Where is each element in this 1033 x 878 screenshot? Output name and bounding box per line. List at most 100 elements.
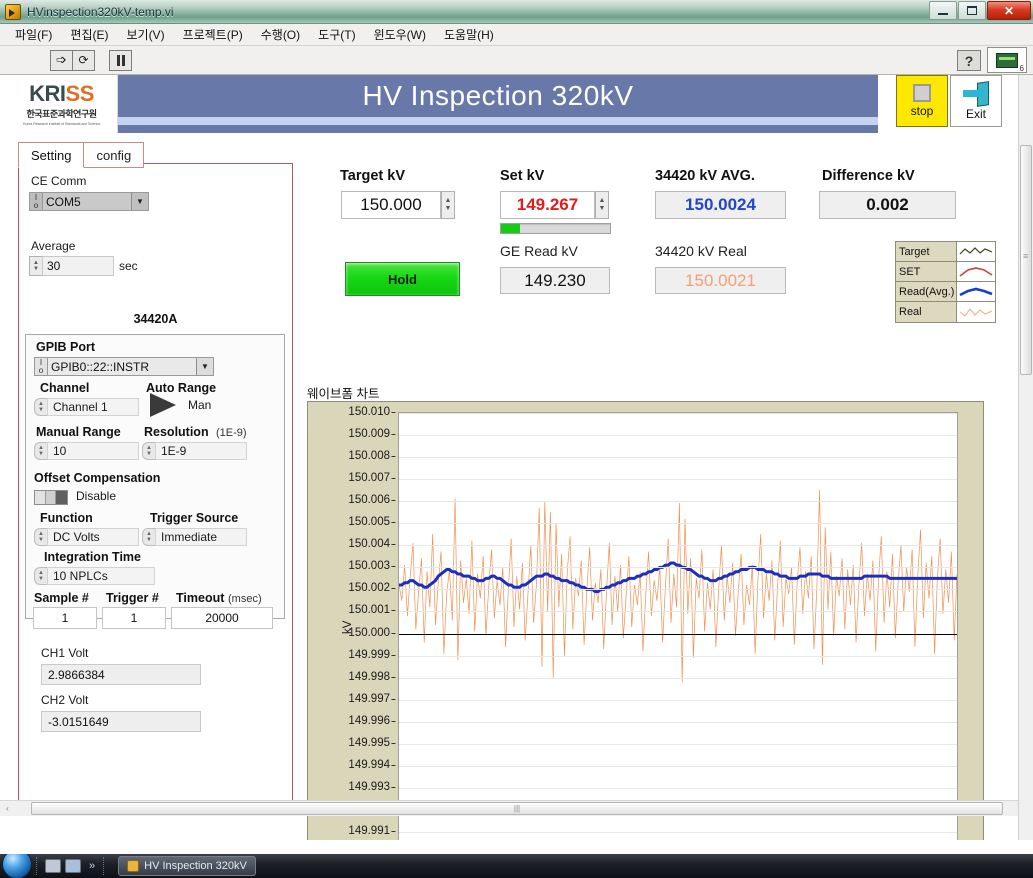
hold-button[interactable]: Hold [345,262,460,296]
toolbar-run-group: ➩ ⟳ [50,49,132,71]
horizontal-scrollbar[interactable]: ‹ ||| [0,800,1018,816]
offset-compensation-switch[interactable] [34,490,68,505]
tab-config[interactable]: config [83,142,145,168]
chart-reference-line [399,633,957,635]
ge-read-kv-label: GE Read kV [500,243,578,259]
chart-gridline [399,655,957,657]
taskbar-task-label: HV Inspection 320kV [144,860,247,872]
chart-series-real [398,489,958,683]
chart-gridline [399,589,957,591]
target-kv-stepper[interactable]: ▲ ▼ [441,191,455,219]
resolution-enum-arrows[interactable]: ▲ ▼ [142,442,155,460]
start-button[interactable] [2,854,32,878]
legend-row-real[interactable]: Real [896,302,995,322]
target-kv-value[interactable]: 150.000 [341,191,441,219]
set-kv-stepper[interactable]: ▲ ▼ [595,191,609,219]
close-button[interactable]: ✕ [987,1,1031,20]
vi-connector-icon[interactable]: 6 [987,47,1027,73]
set-kv-value[interactable]: 149.267 [500,191,595,219]
maximize-button[interactable] [958,1,986,20]
function-enum-arrows[interactable]: ▲ ▼ [34,528,47,546]
average-label: Average [31,239,76,253]
chart-y-tick: 150.008 [348,450,395,463]
legend-label-set: SET [896,262,957,281]
channel-enum-arrows[interactable]: ▲ ▼ [34,398,47,416]
chevron-down-icon[interactable]: ▼ [196,358,213,375]
menu-item-window[interactable]: 윈도우(W) [365,24,435,45]
target-kv-control[interactable]: 150.000 ▲ ▼ [341,191,455,219]
offset-compensation-value: Disable [76,489,117,503]
chevron-down-icon[interactable]: ▼ [131,193,148,210]
chart-y-tick: 149.997 [348,692,395,705]
vertical-scrollbar[interactable] [1018,75,1033,840]
function-enum[interactable]: ▲ ▼ DC Volts [34,528,139,546]
run-continuously-button[interactable]: ⟳ [72,49,95,71]
integration-time-enum[interactable]: ▲ ▼ 10 NPLCs [34,567,155,585]
menu-item-project[interactable]: 프로젝트(P) [174,24,252,45]
quick-launch-icon-1[interactable] [45,859,61,873]
chart-y-tick: 150.009 [348,428,395,441]
vertical-scroll-thumb[interactable] [1020,145,1032,375]
ce-comm-select[interactable]: Io COM5 ▼ [29,192,149,211]
horizontal-scroll-thumb[interactable]: ||| [31,802,1003,815]
average-stepper[interactable]: ▲ ▼ 30 [29,256,114,276]
chart-y-tick: 149.996 [348,714,395,727]
real-kv-value: 150.0021 [655,267,786,294]
resolution-enum[interactable]: ▲ ▼ 1E-9 [142,442,247,460]
chart-plot-area[interactable] [398,412,958,840]
waveform-chart[interactable]: kV 150.010 150.009 150.008 150.007 150.006 15… [307,401,984,840]
taskbar-task-item[interactable]: HV Inspection 320kV [118,856,256,876]
channel-enum[interactable]: ▲ ▼ Channel 1 [34,398,139,416]
chart-y-tick: 150.004 [348,538,395,551]
tab-setting[interactable]: Setting [18,142,85,168]
gpib-port-select[interactable]: Io GPIB0::22::INSTR ▼ [34,357,214,376]
sample-count-input[interactable]: 1 [33,607,97,629]
function-label: Function [40,511,93,525]
manual-range-enum[interactable]: ▲ ▼ 10 [34,442,139,460]
legend-swatch-target [957,242,995,261]
menu-item-help[interactable]: 도움말(H) [435,24,503,45]
menu-item-view[interactable]: 보기(V) [117,24,173,45]
average-spin-arrows[interactable]: ▲ ▼ [29,256,42,276]
chart-y-tick: 150.002 [348,582,395,595]
auto-range-toggle-icon[interactable] [150,393,176,417]
legend-row-target[interactable]: Target [896,242,995,262]
exit-button[interactable]: Exit [950,75,1002,127]
menu-item-edit[interactable]: 편집(E) [61,24,117,45]
manual-range-enum-arrows[interactable]: ▲ ▼ [34,442,47,460]
legend-row-set[interactable]: SET [896,262,995,282]
trigger-count-input[interactable]: 1 [102,607,166,629]
quick-launch-icon-2[interactable] [65,859,81,873]
trigger-source-enum-arrows[interactable]: ▲ ▼ [142,528,155,546]
function-value: DC Volts [47,528,139,546]
windows-taskbar: » HV Inspection 320kV [0,854,1033,878]
chart-gridline [399,457,957,459]
chart-series-svg [398,489,958,683]
set-kv-label: Set kV [500,168,545,184]
menu-item-file[interactable]: 파일(F) [6,24,61,45]
vi-chip-icon [996,52,1018,68]
trigger-source-enum[interactable]: ▲ ▼ Immediate [142,528,247,546]
difference-kv-label: Difference kV [822,168,915,184]
chart-legend[interactable]: Target SET Read(Avg.) Real [895,241,996,323]
timeout-input[interactable]: 20000 [171,607,273,629]
ch2-volt-label: CH2 Volt [41,693,89,707]
minimize-button[interactable] [929,1,957,20]
pause-button[interactable] [109,49,132,71]
stop-button[interactable]: stop [896,75,948,127]
chart-gridline [399,677,957,679]
run-button[interactable]: ➩ [50,49,73,71]
menu-item-tools[interactable]: 도구(T) [309,24,364,45]
chart-gridline [399,787,957,789]
integration-time-enum-arrows[interactable]: ▲ ▼ [34,567,47,585]
menu-item-operate[interactable]: 수행(O) [252,24,309,45]
set-kv-control[interactable]: 149.267 ▲ ▼ [500,191,609,219]
chart-y-tick: 149.994 [348,758,395,771]
legend-row-read-avg[interactable]: Read(Avg.) [896,282,995,302]
chart-gridline [399,545,957,547]
scroll-left-arrow-icon[interactable]: ‹ [0,804,15,813]
chevron-right-icon[interactable]: » [89,860,95,872]
average-value[interactable]: 30 [42,256,114,276]
legend-line-icon [959,287,993,296]
context-help-button[interactable]: ? [957,50,981,71]
